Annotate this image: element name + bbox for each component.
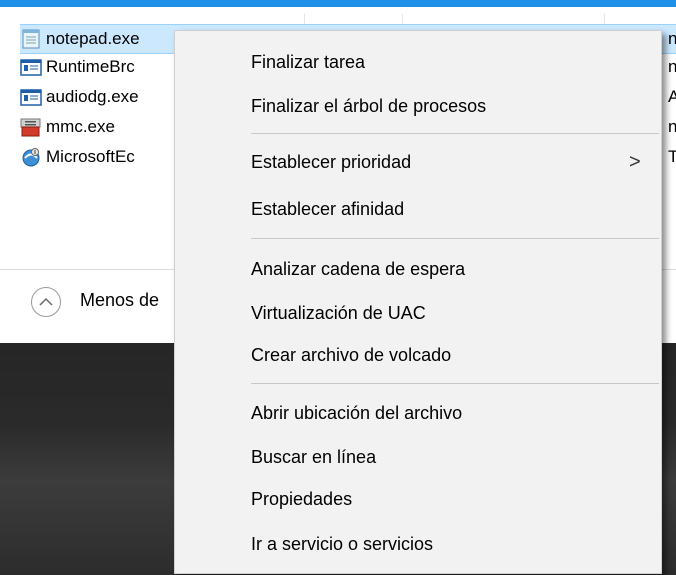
menu-item-search-online[interactable]: Buscar en línea xyxy=(175,439,661,475)
menu-item-label: Crear archivo de volcado xyxy=(251,344,452,365)
process-column-text: n xyxy=(668,57,676,76)
context-menu: Finalizar tarea Finalizar el árbol de pr… xyxy=(174,30,662,574)
menu-item-go-to-services[interactable]: Ir a servicio o servicios xyxy=(175,526,661,562)
process-column-text: TE xyxy=(668,147,676,166)
menu-separator xyxy=(251,133,659,134)
process-column-text: n xyxy=(668,29,676,48)
chevron-up-icon[interactable] xyxy=(31,287,61,317)
window-app-icon xyxy=(20,57,42,77)
process-name: mmc.exe xyxy=(46,117,115,136)
notepad-icon xyxy=(20,29,42,49)
menu-item-end-task[interactable]: Finalizar tarea xyxy=(175,44,661,80)
menu-item-label: Finalizar tarea xyxy=(251,51,366,72)
process-name: MicrosoftEc xyxy=(46,147,135,166)
process-name: RuntimeBrc xyxy=(46,57,135,76)
title-bar-accent xyxy=(0,0,676,7)
menu-item-label: Ir a servicio o servicios xyxy=(251,533,434,554)
process-name: notepad.exe xyxy=(46,29,140,48)
menu-item-label: Establecer prioridad xyxy=(251,151,412,172)
window-app-icon xyxy=(20,87,42,107)
menu-item-label: Buscar en línea xyxy=(251,446,377,467)
menu-item-set-affinity[interactable]: Establecer afinidad xyxy=(175,191,661,227)
menu-item-label: Finalizar el árbol de procesos xyxy=(251,95,487,116)
menu-separator xyxy=(251,383,659,384)
menu-item-end-process-tree[interactable]: Finalizar el árbol de procesos xyxy=(175,88,661,124)
menu-item-label: Virtualización de UAC xyxy=(251,302,426,323)
menu-item-open-file-location[interactable]: Abrir ubicación del archivo xyxy=(175,395,661,431)
menu-item-label: Abrir ubicación del archivo xyxy=(251,402,463,423)
edge-browser-icon xyxy=(20,147,42,167)
menu-item-set-priority[interactable]: Establecer prioridad > xyxy=(175,144,661,180)
menu-item-label: Analizar cadena de espera xyxy=(251,258,466,279)
chevron-right-icon: > xyxy=(629,150,641,173)
mmc-console-icon xyxy=(20,117,42,137)
menu-item-create-dump-file[interactable]: Crear archivo de volcado xyxy=(175,337,661,373)
menu-item-analyze-wait-chain[interactable]: Analizar cadena de espera xyxy=(175,251,661,287)
fewer-details-link[interactable]: Menos de xyxy=(80,290,159,311)
process-name: audiodg.exe xyxy=(46,87,139,106)
process-column-text: n xyxy=(668,117,676,136)
menu-item-uac-virtualization[interactable]: Virtualización de UAC xyxy=(175,295,661,331)
process-column-text: A xyxy=(668,87,676,106)
menu-item-properties[interactable]: Propiedades xyxy=(175,481,661,517)
menu-item-label: Propiedades xyxy=(251,488,353,509)
menu-separator xyxy=(251,238,659,239)
menu-item-label: Establecer afinidad xyxy=(251,198,405,219)
